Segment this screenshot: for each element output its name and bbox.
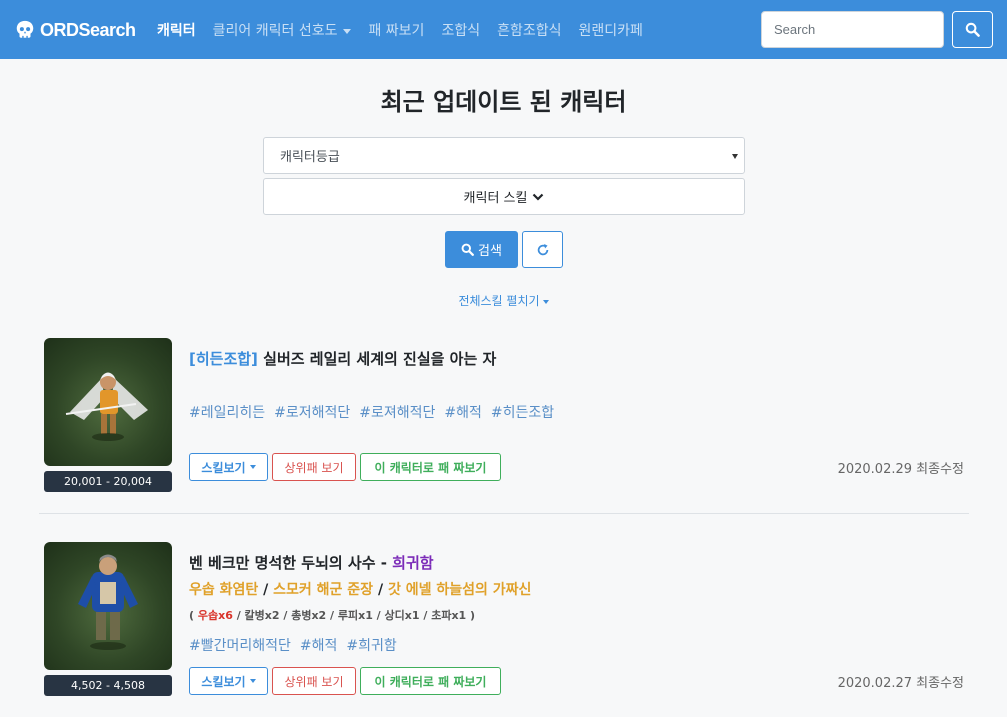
card-actions: 스킬보기 상위패 보기 이 캐릭터로 패 짜보기	[189, 667, 505, 695]
refresh-icon	[537, 243, 548, 255]
chevron-down-icon	[343, 28, 352, 34]
tag-link[interactable]: #로저해적단	[274, 405, 350, 421]
navbar: ORDSearch 캐릭터 클리어 캐릭터 선호도 패 짜보기 조합식 흔함조합…	[0, 0, 1007, 59]
nav-link-recipes[interactable]: 조합식	[441, 20, 480, 40]
upper-deck-button[interactable]: 상위패 보기	[272, 667, 356, 695]
tag-link[interactable]: #레일리히든	[189, 405, 265, 421]
character-tags: #빨간머리해적단 #해적 #희귀함	[189, 635, 406, 655]
skill-filter-toggle[interactable]: 캐릭터 스킬	[263, 178, 745, 215]
character-recipe: 우솝 화염탄 / 스모커 해군 준장 / 갓 에넬 하늘섬의 가짜신	[189, 579, 531, 599]
ingredient-counts: ( 우솝x6 / 칼병x2 / 총병x2 / 루피x1 / 상디x1 / 초파x…	[189, 607, 475, 623]
brand-logo[interactable]: ORDSearch	[14, 17, 136, 43]
filter-search-button[interactable]: 검색	[445, 231, 518, 268]
tag-link[interactable]: #히든조합	[491, 405, 554, 421]
card-actions: 스킬보기 상위패 보기 이 캐릭터로 패 짜보기	[189, 453, 505, 481]
nav-link-deck-builder[interactable]: 패 짜보기	[368, 20, 424, 40]
tag-link[interactable]: #빨간머리해적단	[189, 638, 291, 654]
search-button[interactable]	[952, 11, 993, 48]
caret-down-icon	[542, 299, 549, 304]
page-title: 최근 업데이트 된 캐릭터	[380, 88, 627, 116]
character-card: 4,502 - 4,508 벤 베크만 명석한 두뇌의 사수 - 희귀함 우솝 …	[39, 542, 969, 702]
character-title-prefix: [히든조합]	[189, 350, 258, 368]
character-title[interactable]: 벤 베크만 명석한 두뇌의 사수 - 희귀함	[189, 552, 434, 573]
ingredient-open: (	[189, 609, 198, 622]
nav-link-clear-preference[interactable]: 클리어 캐릭터 선호도	[213, 20, 352, 40]
character-portrait-image	[78, 554, 138, 650]
show-skills-button[interactable]: 스킬보기	[189, 453, 268, 481]
recipe-separator: /	[258, 582, 274, 598]
grade-select-value: 캐릭터등급	[280, 150, 340, 165]
show-skills-label: 스킬보기	[201, 674, 246, 689]
search-input[interactable]	[761, 11, 944, 48]
character-thumbnail[interactable]	[44, 338, 172, 466]
last-modified-date: 2020.02.27 최종수정	[837, 676, 964, 691]
show-skills-button[interactable]: 스킬보기	[189, 667, 268, 695]
recipe-item[interactable]: 우솝 화염탄	[189, 582, 258, 598]
tag-link[interactable]: #로져해적단	[359, 405, 435, 421]
card-divider	[39, 513, 969, 514]
build-deck-button[interactable]: 이 캐릭터로 패 짜보기	[360, 667, 501, 695]
filter-search-label: 검색	[478, 244, 502, 259]
character-title-separator: -	[375, 554, 393, 572]
last-modified-date: 2020.02.29 최종수정	[837, 462, 964, 477]
character-portrait-image	[65, 372, 148, 441]
select-caret-icon	[732, 154, 738, 159]
build-deck-button[interactable]: 이 캐릭터로 패 짜보기	[360, 453, 501, 481]
recipe-item[interactable]: 스모커 해군 준장	[273, 582, 373, 598]
caret-down-icon	[249, 465, 256, 469]
search-icon	[461, 243, 474, 256]
tag-link[interactable]: #해적	[300, 638, 338, 654]
brand-name: ORDSearch	[40, 19, 136, 40]
character-title-name: 벤 베크만 명석한 두뇌의 사수	[189, 554, 376, 572]
ingredient-highlight: 우솝x6	[197, 609, 233, 622]
expand-all-skills-label: 전체스킬 펼치기	[458, 294, 540, 308]
character-rarity: 희귀함	[392, 554, 434, 572]
ingredient-rest: / 칼병x2 / 총병x2 / 루피x1 / 상디x1 / 초파x1 )	[232, 609, 476, 622]
search-icon	[965, 22, 980, 37]
character-thumbnail[interactable]	[44, 542, 172, 670]
nav-links: 캐릭터 클리어 캐릭터 선호도 패 짜보기 조합식 흔함조합식 원랜디카페	[157, 20, 660, 40]
reset-button[interactable]	[522, 231, 563, 268]
nav-link-cafe[interactable]: 원랜디카페	[579, 20, 643, 40]
character-card: 20,001 - 20,004 [히든조합] 실버즈 레일리 세계의 진실을 아…	[39, 338, 969, 498]
nav-link-clear-preference-label: 클리어 캐릭터 선호도	[212, 23, 338, 39]
character-tags: #레일리히든 #로저해적단 #로져해적단 #해적 #히든조합	[189, 402, 563, 422]
expand-all-skills-link[interactable]: 전체스킬 펼치기	[0, 292, 1007, 309]
nav-link-common-recipes[interactable]: 흔함조합식	[497, 20, 561, 40]
grade-select[interactable]: 캐릭터등급	[263, 137, 745, 174]
recipe-item[interactable]: 갓 에넬 하늘섬의 가짜신	[388, 582, 531, 598]
recipe-separator: /	[373, 582, 388, 598]
character-title[interactable]: [히든조합] 실버즈 레일리 세계의 진실을 아는 자	[189, 348, 496, 369]
chevron-down-icon	[533, 193, 544, 201]
level-range-badge: 20,001 - 20,004	[44, 471, 172, 492]
upper-deck-button[interactable]: 상위패 보기	[272, 453, 356, 481]
tag-link[interactable]: #희귀함	[346, 638, 396, 654]
nav-link-characters[interactable]: 캐릭터	[157, 20, 196, 40]
skill-filter-label: 캐릭터 스킬	[463, 191, 528, 206]
skull-icon	[16, 20, 34, 38]
level-range-badge: 4,502 - 4,508	[44, 675, 172, 696]
show-skills-label: 스킬보기	[201, 460, 246, 475]
tag-link[interactable]: #해적	[444, 405, 482, 421]
caret-down-icon	[249, 679, 256, 683]
character-title-name: 실버즈 레일리 세계의 진실을 아는 자	[263, 350, 497, 368]
